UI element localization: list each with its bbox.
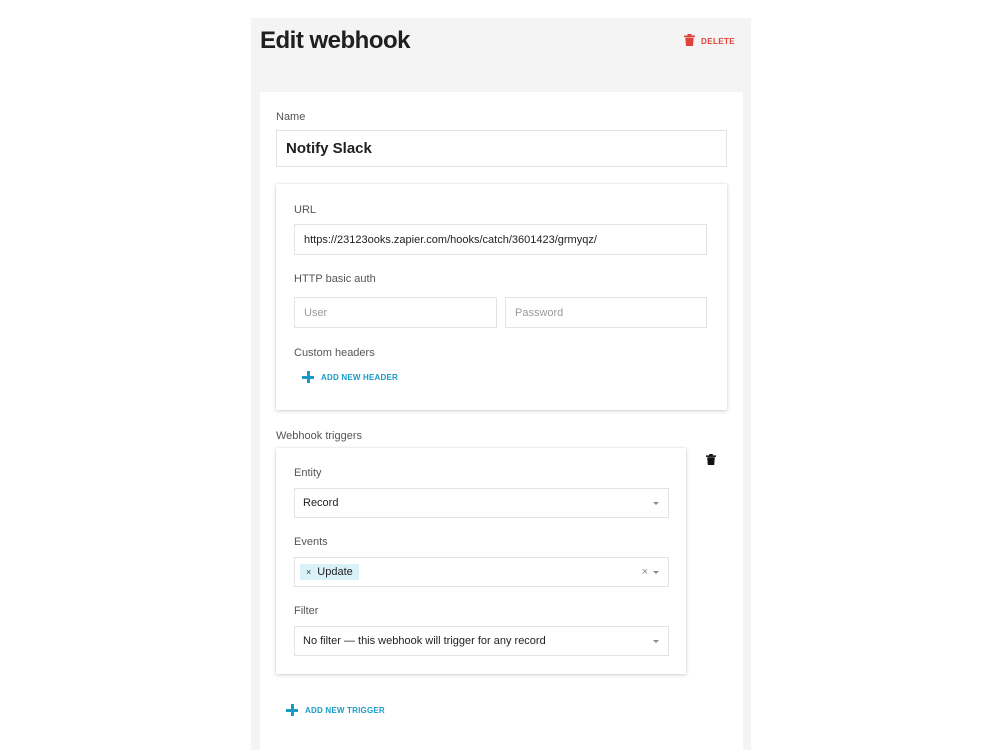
page-header: Edit webhook DELETE [251, 18, 751, 92]
chevron-down-icon [653, 571, 659, 574]
add-header-button[interactable]: ADD NEW HEADER [302, 371, 398, 383]
entity-label: Entity [294, 467, 322, 479]
edit-webhook-page: Edit webhook DELETE Name Notify Slack UR… [251, 18, 751, 750]
webhook-triggers-label: Webhook triggers [276, 430, 363, 442]
trigger-panel: Entity Record Events × Update × Filter N… [276, 448, 686, 674]
filter-value: No filter — this webhook will trigger fo… [303, 635, 546, 647]
connection-panel: URL https://23123ooks.zapier.com/hooks/c… [276, 184, 727, 410]
add-trigger-button[interactable]: ADD NEW TRIGGER [286, 704, 385, 716]
delete-button[interactable]: DELETE [684, 34, 735, 48]
entity-select[interactable]: Record [294, 488, 669, 518]
chevron-down-icon [653, 502, 659, 505]
events-select[interactable]: × Update × [294, 557, 669, 587]
plus-icon [302, 371, 314, 383]
url-input[interactable]: https://23123ooks.zapier.com/hooks/catch… [294, 224, 707, 255]
event-tag-label: Update [317, 566, 353, 578]
name-label: Name [276, 111, 306, 123]
name-input[interactable]: Notify Slack [276, 130, 727, 167]
add-header-label: ADD NEW HEADER [321, 372, 399, 382]
auth-password-input[interactable]: Password [505, 297, 707, 328]
clear-icon[interactable]: × [642, 566, 648, 578]
tag-remove-icon[interactable]: × [306, 567, 311, 577]
webhook-form: Name Notify Slack URL https://23123ooks.… [260, 92, 743, 750]
url-label: URL [294, 204, 317, 216]
event-tag: × Update [300, 564, 359, 580]
entity-value: Record [303, 497, 339, 509]
add-trigger-label: ADD NEW TRIGGER [305, 705, 385, 715]
filter-select[interactable]: No filter — this webhook will trigger fo… [294, 626, 669, 656]
plus-icon [286, 704, 298, 716]
auth-user-input[interactable]: User [294, 297, 497, 328]
filter-label: Filter [294, 605, 319, 617]
auth-label: HTTP basic auth [294, 273, 376, 285]
trash-icon [706, 452, 716, 469]
events-label: Events [294, 536, 328, 548]
chevron-down-icon [653, 640, 659, 643]
remove-trigger-button[interactable] [706, 452, 716, 470]
custom-headers-label: Custom headers [294, 347, 375, 359]
trash-icon [684, 34, 696, 48]
page-title: Edit webhook [260, 27, 411, 54]
delete-label: DELETE [701, 36, 735, 46]
